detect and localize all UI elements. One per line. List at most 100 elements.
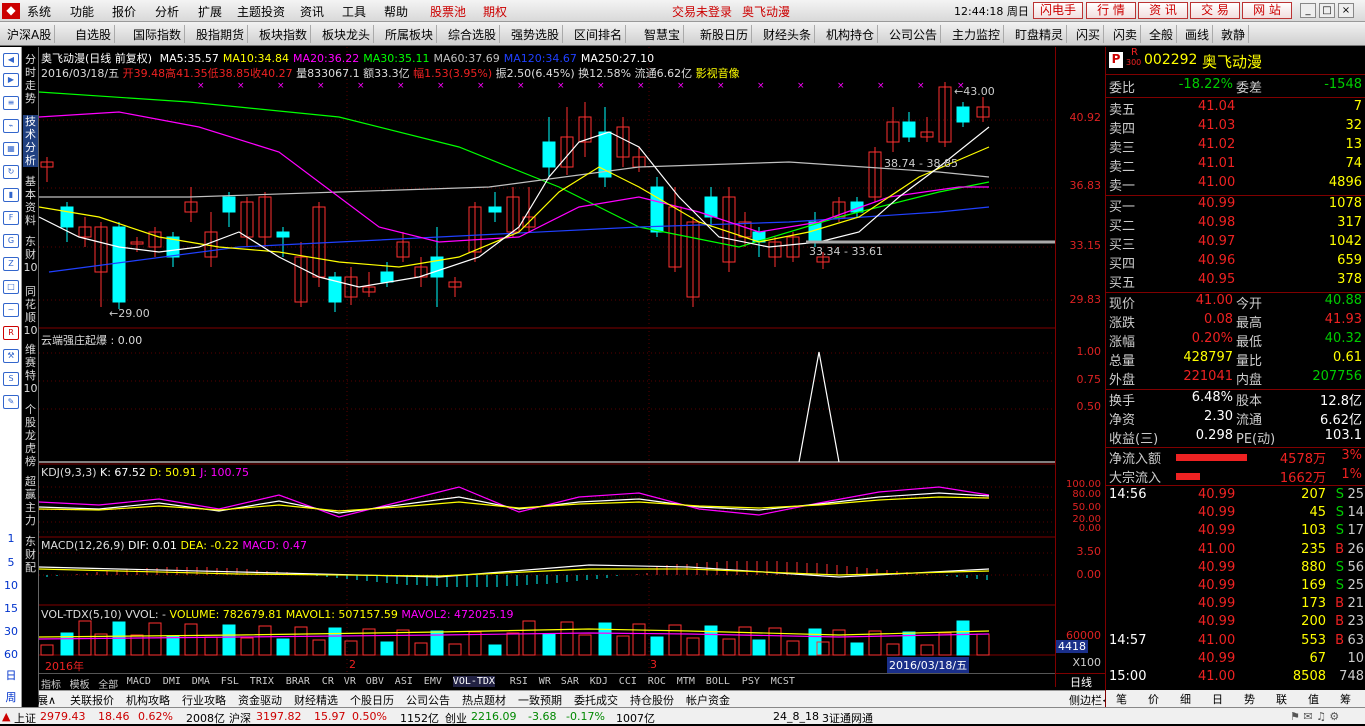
btab-account-funds[interactable]: 帐户资金 <box>686 692 730 708</box>
indicator-tab[interactable]: DMI <box>163 676 181 687</box>
indicator-tab[interactable]: 模板 <box>70 676 90 691</box>
menu-system[interactable]: 系统 <box>27 3 51 20</box>
kline-sector-link[interactable]: 影视音像 <box>696 67 740 80</box>
indicator-tab[interactable]: MCST <box>771 676 795 687</box>
trade-button[interactable]: 交 易 <box>1190 2 1240 19</box>
indicator-tab[interactable]: FSL <box>221 676 239 687</box>
tick-row[interactable]: 40.99 67 10 <box>1106 651 1365 670</box>
toolbar-flash-sell[interactable]: 闪卖 <box>1110 25 1142 43</box>
box-icon[interactable]: □ <box>3 280 19 294</box>
toolbar-flash-buy[interactable]: 闪买 <box>1073 25 1105 43</box>
menu-options[interactable]: 期权 <box>483 3 507 20</box>
sell-level[interactable]: 卖五 41.04 7 <box>1106 99 1365 118</box>
website-button[interactable]: 网 站 <box>1242 2 1292 19</box>
sell-level[interactable]: 卖三 41.02 13 <box>1106 137 1365 156</box>
indicator-tab[interactable]: MTM <box>677 676 695 687</box>
toolbar-sector-index[interactable]: 板块指数 <box>256 25 312 43</box>
menu-tools[interactable]: 工具 <box>342 3 366 20</box>
quote-row[interactable]: 外盘 221041 内盘 207756 <box>1106 369 1365 388</box>
toolbar-intl-index[interactable]: 国际指数 <box>130 25 186 43</box>
menu-theme-invest[interactable]: 主题投资 <box>237 3 285 20</box>
toolbar-composite-select[interactable]: 综合选股 <box>445 25 501 43</box>
indicator-tab[interactable]: VOL-TDX <box>452 676 495 687</box>
menu-stock-pool[interactable]: 股票池 <box>430 3 466 20</box>
quote-row[interactable]: 涨跌 0.08 最高 41.93 <box>1106 312 1365 331</box>
indicator-tab[interactable]: BOLL <box>706 676 730 687</box>
toolbar-watchlist[interactable]: 自选股 <box>72 25 116 43</box>
indicator-tab[interactable]: EMV <box>424 676 442 687</box>
detail-tab[interactable]: 价 <box>1148 691 1159 707</box>
kline-chart-area[interactable]: × × × × × × × × × × × × × × × × × × × × 奥飞动漫(日线 前复权) MA5:35… <box>39 47 1055 687</box>
tick-row[interactable]: 40.99 173 B 21 <box>1106 596 1365 615</box>
period-day[interactable]: 日 <box>4 667 18 683</box>
tick-row[interactable]: 15:00 41.00 8508 748 <box>1106 669 1365 688</box>
vtab-dragon-tiger[interactable]: 个股龙虎榜 <box>23 403 38 468</box>
btab-stock-calendar[interactable]: 个股日历 <box>350 692 394 708</box>
flow-row[interactable]: 大宗流入 1662万 1% <box>1106 467 1365 486</box>
bars-icon[interactable]: ▮ <box>3 188 19 202</box>
menu-quote[interactable]: 报价 <box>112 3 136 20</box>
toolbar-ipo-calendar[interactable]: 新股日历 <box>697 25 753 43</box>
fund-row[interactable]: 净资 2.30 流通 6.62亿 <box>1106 409 1365 428</box>
menu-extend[interactable]: 扩展 <box>198 3 222 20</box>
flash-trade-button[interactable]: 闪电手 <box>1033 2 1083 19</box>
indicator-tab[interactable]: VR <box>344 676 356 687</box>
indicator-tab[interactable]: ROC <box>648 676 666 687</box>
fig-icon[interactable]: G <box>3 234 19 248</box>
toolbar-futures[interactable]: 股指期货 <box>193 25 249 43</box>
tick-row[interactable]: 40.99 200 B 23 <box>1106 614 1365 633</box>
period-60min[interactable]: 60 <box>1 648 21 661</box>
period-1min[interactable]: 1 <box>4 532 18 545</box>
detail-tab[interactable]: 值 <box>1308 691 1319 707</box>
tick-row[interactable]: 14:56 40.99 207 S 25 <box>1106 487 1365 506</box>
detail-tab[interactable]: 联 <box>1276 691 1287 707</box>
buy-level[interactable]: 买四 40.96 659 <box>1106 253 1365 272</box>
period-5min[interactable]: 5 <box>4 556 18 569</box>
toolbar-announcement[interactable]: 公司公告 <box>886 25 942 43</box>
period-10min[interactable]: 10 <box>1 579 21 592</box>
buy-level[interactable]: 买五 40.95 378 <box>1106 272 1365 291</box>
pencil-icon[interactable]: ✎ <box>3 395 19 409</box>
indicator-tab[interactable]: BRAR <box>286 676 310 687</box>
btab-related-quote[interactable]: 关联报价 <box>70 692 114 708</box>
buy-level[interactable]: 买一 40.99 1078 <box>1106 196 1365 215</box>
tray-icons[interactable]: ⚑ ✉ ♫ ⚙ <box>1290 710 1339 723</box>
indicator-tab[interactable]: 全部 <box>98 676 118 691</box>
sell-level[interactable]: 卖四 41.03 32 <box>1106 118 1365 137</box>
indicator-tab[interactable]: CCI <box>619 676 637 687</box>
indicator-tab[interactable]: KDJ <box>590 676 608 687</box>
indicator-tab[interactable]: TRIX <box>250 676 274 687</box>
indicator-tab[interactable]: MACD <box>127 676 151 687</box>
app-logo-icon[interactable]: ◆ <box>2 3 20 19</box>
fiz-icon[interactable]: Z <box>3 257 19 271</box>
menu-help[interactable]: 帮助 <box>384 3 408 20</box>
grid-icon[interactable]: ▦ <box>3 142 19 156</box>
indicator-tab[interactable]: DMA <box>192 676 210 687</box>
btab-finance-picks[interactable]: 财经精选 <box>294 692 338 708</box>
detail-tab[interactable]: 筹 <box>1340 691 1351 707</box>
quote-row[interactable]: 涨幅 0.20% 最低 40.32 <box>1106 331 1365 350</box>
chart-line-icon[interactable]: ⌁ <box>3 119 19 133</box>
fund-row[interactable]: 换手 6.48% 股本 12.8亿 <box>1106 390 1365 409</box>
period-label[interactable]: 日线 <box>1056 673 1106 689</box>
tick-row[interactable]: 40.99 103 S 17 <box>1106 523 1365 542</box>
close-icon[interactable]: × <box>1338 3 1354 18</box>
toolbar-draw-line[interactable]: 画线 <box>1182 25 1214 43</box>
rsi-icon[interactable]: R <box>3 326 19 340</box>
news-button[interactable]: 资 讯 <box>1138 2 1188 19</box>
menu-analysis[interactable]: 分析 <box>155 3 179 20</box>
btab-extend[interactable]: 扩展∧ <box>26 692 56 708</box>
toolbar-strong-select[interactable]: 强势选股 <box>508 25 564 43</box>
btab-capital-driver[interactable]: 资金驱动 <box>238 692 282 708</box>
buy-level[interactable]: 买二 40.98 317 <box>1106 215 1365 234</box>
toolbar-main-monitor[interactable]: 主力监控 <box>949 25 1005 43</box>
vtab-main-force[interactable]: 超赢主力 <box>23 475 38 527</box>
btab-institution-strategy[interactable]: 机构攻略 <box>126 692 170 708</box>
cycle-icon[interactable]: ↻ <box>3 165 19 179</box>
sell-level[interactable]: 卖二 41.01 74 <box>1106 156 1365 175</box>
toolbar-watch-genie[interactable]: 盯盘精灵 <box>1012 25 1068 43</box>
toolbar-institution[interactable]: 机构持仓 <box>823 25 879 43</box>
tick-row[interactable]: 40.99 169 S 25 <box>1106 578 1365 597</box>
arrow-right-icon[interactable]: ▶ <box>3 73 19 87</box>
quote-row[interactable]: 总量 428797 量比 0.61 <box>1106 350 1365 369</box>
